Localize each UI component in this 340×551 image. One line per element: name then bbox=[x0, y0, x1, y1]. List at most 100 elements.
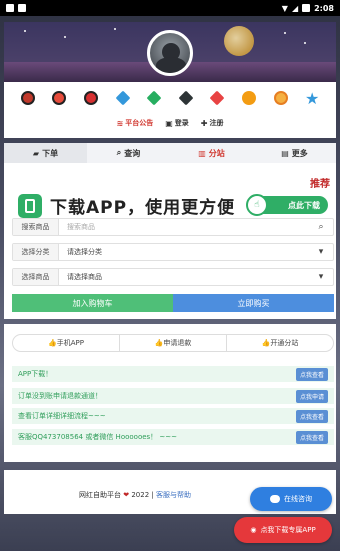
notice-item: APP下载！ 点我查看 bbox=[12, 366, 334, 382]
notice-item: 订单没到账申请退款通道！ 点我申请 bbox=[12, 388, 334, 404]
tab-order[interactable]: ▰ 下单 bbox=[4, 143, 87, 163]
chevron-down-icon[interactable]: ▾ bbox=[309, 244, 333, 260]
segment-app[interactable]: 👍 手机APP bbox=[13, 335, 120, 351]
signal-icon: ◢ bbox=[291, 3, 299, 13]
orange-swirl-icon bbox=[272, 89, 290, 107]
shop-icon: ▥ bbox=[198, 148, 206, 158]
tab-query-label: 查询 bbox=[124, 148, 141, 158]
footer-separator: | bbox=[151, 491, 154, 499]
download-banner: 下载APP，使用更方便 bbox=[18, 193, 235, 218]
search-button-icon[interactable]: ⌕ bbox=[309, 219, 333, 235]
black-diamond-icon bbox=[177, 89, 195, 107]
blue-diamond-icon bbox=[114, 89, 132, 107]
notice-button[interactable]: 点我查看 bbox=[295, 430, 328, 444]
online-chat-button[interactable]: 在线咨询 bbox=[250, 487, 332, 511]
register-link[interactable]: ✚ 注册 bbox=[201, 118, 224, 128]
product-row: 选择商品 请选择商品 ▾ bbox=[12, 268, 334, 286]
notification-icon bbox=[6, 4, 14, 12]
tab-substation-label: 分站 bbox=[208, 148, 225, 158]
folder-icon: ▤ bbox=[281, 148, 289, 158]
bag-icon: ▰ bbox=[32, 148, 40, 158]
search-icon: ⌕ bbox=[116, 148, 122, 157]
help-link[interactable]: 客服与帮助 bbox=[156, 491, 191, 499]
segment-refund-label: 申请退款 bbox=[163, 339, 192, 347]
segment-bar: 👍 手机APP 👍 申请退款 👍 开通分站 bbox=[12, 334, 334, 352]
notice-text: APP下载！ bbox=[18, 370, 53, 378]
chat-bubble-icon bbox=[270, 495, 280, 503]
notice-text: 订单没到账申请退款通道！ bbox=[18, 392, 102, 400]
green-diamond-icon bbox=[145, 89, 163, 107]
orange-burst-icon bbox=[240, 89, 258, 107]
action-buttons: 加入购物车 立即购买 bbox=[12, 294, 334, 312]
battery-icon bbox=[302, 4, 311, 12]
segment-app-label: 手机APP bbox=[56, 339, 84, 347]
wifi-icon: ≋ bbox=[116, 118, 124, 128]
notice-button[interactable]: 点我查看 bbox=[295, 367, 328, 381]
wifi-status-icon: ▼ bbox=[281, 3, 288, 13]
chat-label: 在线咨询 bbox=[284, 495, 312, 503]
top-card: ★ ≋ 平台公告 ▣ 登录 ✚ 注册 bbox=[4, 82, 336, 138]
tab-query[interactable]: ⌕ 查询 bbox=[87, 143, 170, 163]
add-to-cart-button[interactable]: 加入购物车 bbox=[12, 294, 173, 312]
segment-substation-label: 开通分站 bbox=[270, 339, 299, 347]
segment-substation[interactable]: 👍 开通分站 bbox=[227, 335, 333, 351]
segment-refund[interactable]: 👍 申请退款 bbox=[120, 335, 227, 351]
download-text: 下载APP，使用更方便 bbox=[50, 198, 236, 218]
search-input[interactable]: 搜索商品 bbox=[59, 219, 309, 235]
level-icon-row: ★ bbox=[4, 82, 336, 110]
apk-label: 点我下载专属APP bbox=[260, 526, 316, 534]
register-label: 注册 bbox=[209, 119, 224, 127]
chevron-down-icon[interactable]: ▾ bbox=[309, 269, 333, 285]
order-form-card: 推荐 下载APP，使用更方便 ☝ 点此下载 搜索商品 搜索商品 ⌕ 选择分类 请… bbox=[4, 163, 336, 319]
status-right: ▼ ◢ 2:08 bbox=[282, 4, 334, 13]
avatar-body bbox=[156, 57, 186, 73]
category-label: 选择分类 bbox=[13, 244, 59, 260]
info-card: 👍 手机APP 👍 申请退款 👍 开通分站 APP下载！ 点我查看 订单没到账申… bbox=[4, 324, 336, 462]
avatar bbox=[147, 30, 193, 76]
announcement-link[interactable]: ≋ 平台公告 bbox=[117, 118, 154, 128]
product-label: 选择商品 bbox=[13, 269, 59, 285]
tab-substation[interactable]: ▥ 分站 bbox=[170, 143, 253, 163]
download-app-float-button[interactable]: ◉ 点我下载专属APP bbox=[234, 517, 332, 543]
red-bomb-icon bbox=[50, 89, 68, 107]
clock: 2:08 bbox=[314, 3, 334, 13]
plus-icon: ✚ bbox=[200, 118, 208, 128]
thumbs-up-icon: 👍 bbox=[261, 339, 271, 347]
status-left bbox=[6, 4, 26, 12]
footer-brand: 网红自助平台 bbox=[79, 491, 121, 499]
tab-bar: ▰ 下单 ⌕ 查询 ▥ 分站 ▤ 更多 bbox=[4, 143, 336, 163]
notice-button[interactable]: 点我查看 bbox=[295, 409, 328, 423]
search-row: 搜索商品 搜索商品 ⌕ bbox=[12, 218, 334, 236]
image-icon bbox=[18, 4, 26, 12]
footer-year: 2022 bbox=[131, 491, 150, 499]
tab-more[interactable]: ▤ 更多 bbox=[253, 143, 336, 163]
weibo-icon: ◉ bbox=[250, 526, 257, 534]
search-label: 搜索商品 bbox=[13, 219, 59, 235]
notice-text: 客服QQ473708564 或者微信 Hoooooes！ ~~~ bbox=[18, 433, 178, 441]
announcement-label: 平台公告 bbox=[125, 119, 154, 127]
category-select[interactable]: 请选择分类 bbox=[59, 244, 309, 260]
user-icon: ▣ bbox=[165, 118, 173, 128]
notice-button[interactable]: 点我申请 bbox=[295, 389, 328, 403]
category-row: 选择分类 请选择分类 ▾ bbox=[12, 243, 334, 261]
phone-icon bbox=[18, 193, 42, 218]
hand-pointer-icon: ☝ bbox=[246, 194, 268, 216]
recommend-label: 推荐 bbox=[310, 179, 330, 190]
red-diamond-icon bbox=[208, 89, 226, 107]
login-link[interactable]: ▣ 登录 bbox=[165, 118, 189, 128]
heart-icon: ❤ bbox=[123, 491, 130, 499]
download-button[interactable]: ☝ 点此下载 bbox=[246, 194, 328, 216]
red-bomb-icon bbox=[82, 89, 100, 107]
status-bar: ▼ ◢ 2:08 bbox=[0, 0, 340, 16]
product-select[interactable]: 请选择商品 bbox=[59, 269, 309, 285]
buy-now-button[interactable]: 立即购买 bbox=[173, 294, 334, 312]
tab-order-label: 下单 bbox=[42, 148, 59, 158]
download-button-label: 点此下载 bbox=[288, 200, 320, 210]
top-links: ≋ 平台公告 ▣ 登录 ✚ 注册 bbox=[4, 110, 336, 128]
red-bomb-icon bbox=[19, 89, 37, 107]
notice-item: 客服QQ473708564 或者微信 Hoooooes！ ~~~ 点我查看 bbox=[12, 429, 334, 445]
thumbs-up-icon: 👍 bbox=[48, 339, 57, 347]
thumbs-up-icon: 👍 bbox=[154, 339, 164, 347]
notice-text: 查看订单详细详细流程~~~ bbox=[18, 412, 106, 420]
notice-item: 查看订单详细详细流程~~~ 点我查看 bbox=[12, 408, 334, 424]
